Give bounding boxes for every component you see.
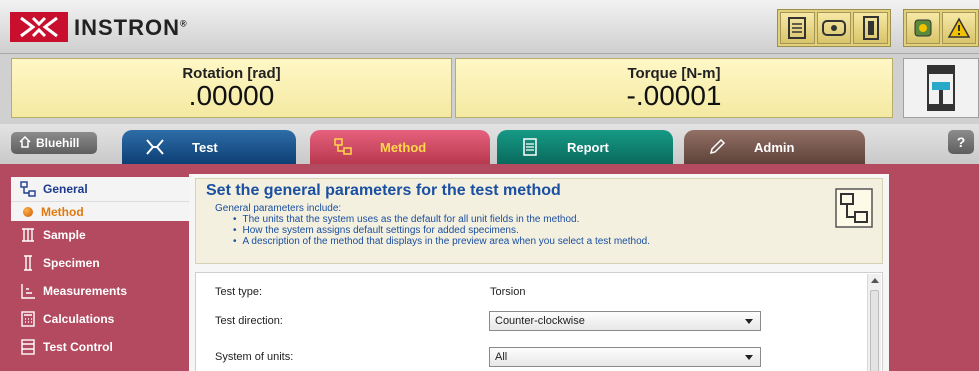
test-control-icon: [19, 338, 37, 356]
test-type-value: Torsion: [490, 286, 526, 298]
right-margin-panel: [889, 164, 979, 371]
units-select[interactable]: All: [489, 347, 761, 367]
pencil-icon: [706, 136, 728, 158]
method-sidebar: General Method Sample Specimen Measureme…: [11, 174, 189, 371]
chevron-down-icon: [745, 355, 753, 360]
rotation-value: .00000: [188, 80, 275, 111]
general-form: Test type: Torsion Test direction: Count…: [195, 272, 883, 371]
calculator-icon: [19, 310, 37, 328]
sidebar-item-sample[interactable]: Sample: [11, 221, 189, 249]
sidebar-item-calculations[interactable]: Calculations: [11, 305, 189, 333]
sidebar-item-specimen[interactable]: Specimen: [11, 249, 189, 277]
sidebar-item-test-control[interactable]: Test Control: [11, 333, 189, 361]
test-direction-label: Test direction:: [215, 315, 283, 327]
test-direction-select[interactable]: Counter-clockwise: [489, 311, 761, 331]
brand-name: INSTRON®: [74, 15, 188, 40]
status-icon-group: [777, 9, 891, 47]
tab-report[interactable]: Report: [497, 130, 673, 164]
units-label: System of units:: [215, 351, 294, 363]
tab-bar: Bluehill Test Method Report Admin ?: [0, 124, 979, 164]
rotation-readout[interactable]: Rotation [rad] .00000: [11, 58, 452, 118]
info-panel: Set the general parameters for the test …: [195, 178, 883, 264]
home-icon: [19, 135, 31, 151]
help-button[interactable]: ?: [948, 130, 974, 154]
sample-icon: [19, 226, 37, 244]
warning-icon[interactable]: [942, 12, 976, 44]
tab-method[interactable]: Method: [310, 130, 490, 164]
sidebar-item-general[interactable]: General: [11, 177, 189, 201]
scroll-thumb[interactable]: [870, 290, 879, 371]
info-bullet: How the system assigns default settings …: [233, 225, 882, 236]
system-icon-group: [903, 9, 979, 47]
test-type-label: Test type:: [215, 286, 263, 298]
method-content: Set the general parameters for the test …: [189, 174, 889, 371]
specimen-load-icon[interactable]: [780, 12, 815, 44]
info-bullet: The units that the system uses as the de…: [233, 214, 882, 225]
page-title: Set the general parameters for the test …: [206, 182, 561, 199]
scroll-up-icon[interactable]: [871, 278, 879, 283]
top-bar: INSTRON®: [0, 0, 979, 54]
method-structure-icon: [834, 187, 874, 229]
info-intro: General parameters include:: [215, 203, 342, 214]
method-icon: [332, 136, 354, 158]
bluehill-home-button[interactable]: Bluehill: [11, 132, 97, 154]
report-icon: [519, 136, 541, 158]
chevron-down-icon: [745, 319, 753, 324]
measurements-icon: [19, 282, 37, 300]
info-bullets: The units that the system uses as the de…: [233, 214, 882, 247]
sidebar-item-method[interactable]: Method: [11, 201, 189, 221]
tab-test[interactable]: Test: [122, 130, 296, 164]
tab-admin[interactable]: Admin: [684, 130, 865, 164]
frame-icon[interactable]: [853, 12, 889, 44]
torque-value: -.00001: [626, 80, 722, 111]
bullet-icon: [23, 206, 33, 217]
info-bullet: A description of the method that display…: [233, 236, 882, 247]
torque-readout[interactable]: Torque [N-m] -.00001: [455, 58, 893, 118]
sidebar-item-measurements[interactable]: Measurements: [11, 277, 189, 305]
instron-logo: [10, 12, 68, 42]
crosshead-icon[interactable]: [816, 12, 852, 44]
form-scrollbar[interactable]: [867, 274, 881, 371]
method-tree-icon: [19, 180, 37, 198]
specimen-icon: [19, 254, 37, 272]
main-area: General Method Sample Specimen Measureme…: [0, 164, 979, 371]
live-readouts: Rotation [rad] .00000 Torque [N-m] -.000…: [0, 54, 979, 124]
settings-icon[interactable]: [906, 12, 940, 44]
test-icon: [144, 136, 166, 158]
frame-status-icon[interactable]: [903, 58, 979, 118]
